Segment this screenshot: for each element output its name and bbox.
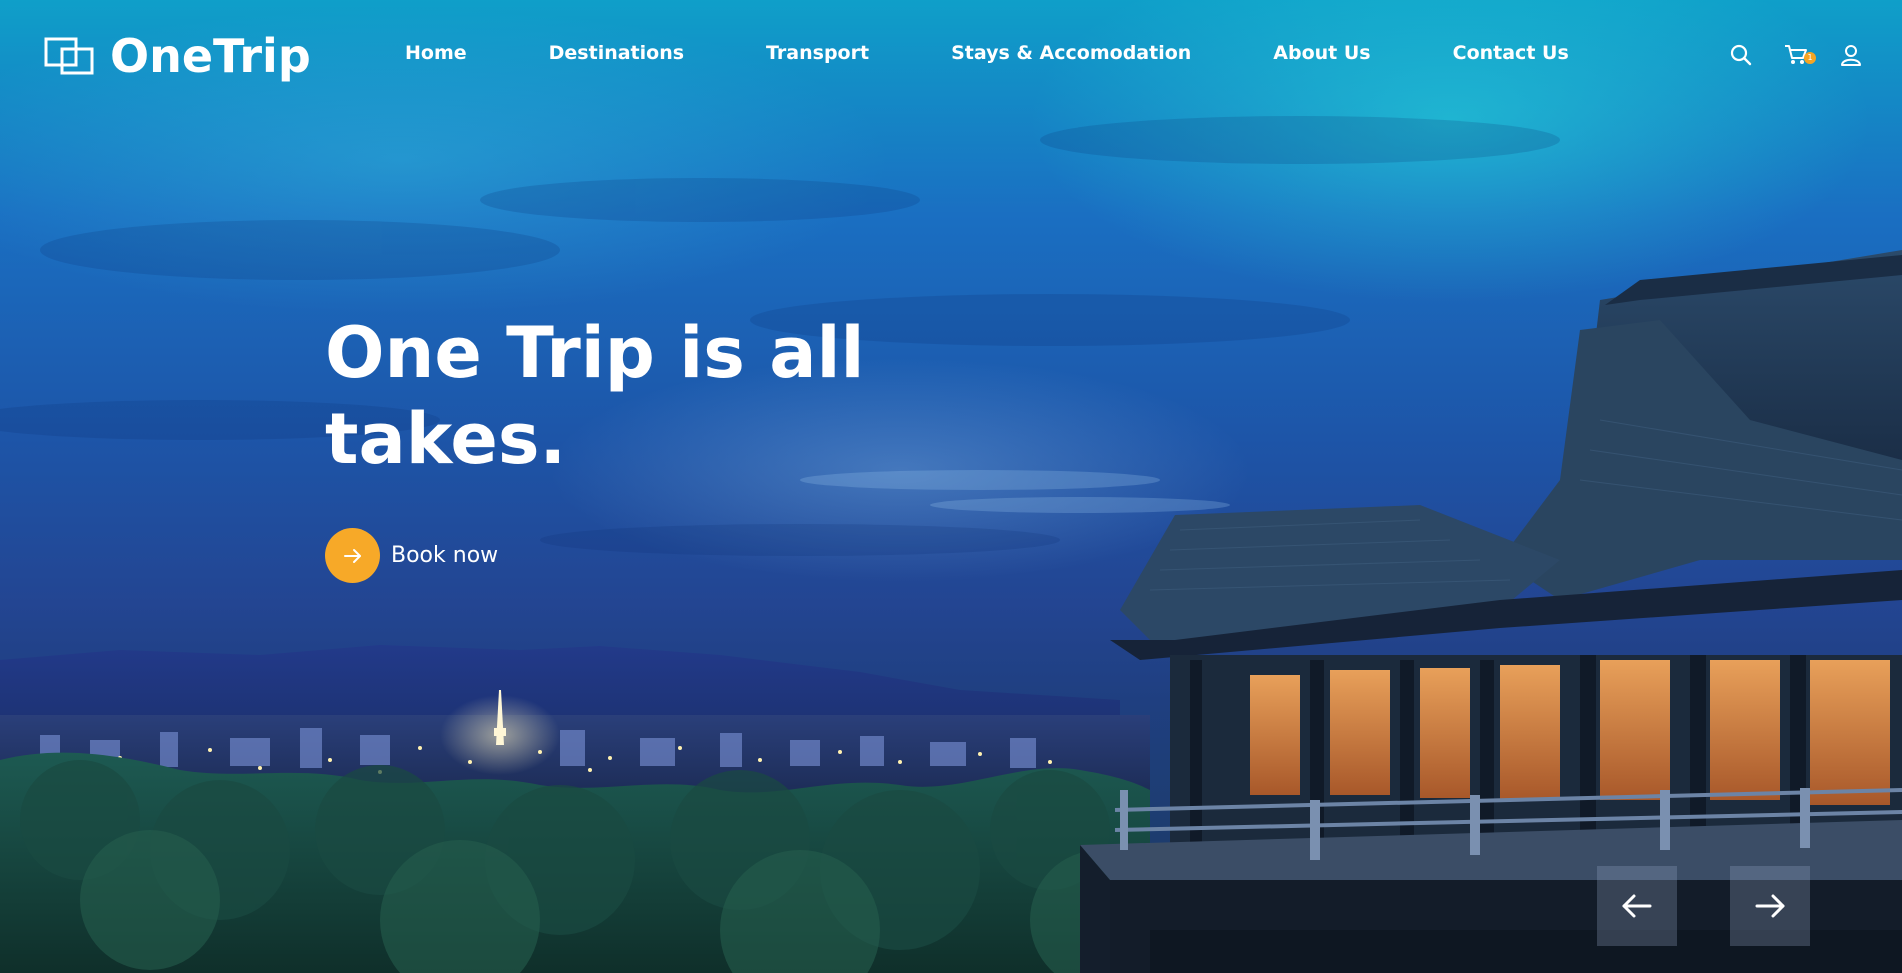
search-icon[interactable] bbox=[1729, 43, 1753, 67]
nav-item-destinations[interactable]: Destinations bbox=[549, 42, 684, 64]
book-now-circle bbox=[325, 528, 380, 583]
brand-logo[interactable]: OneTrip bbox=[44, 28, 311, 84]
hero-section: OneTrip Home Destinations Transport Stay… bbox=[0, 0, 1902, 973]
brand-name: OneTrip bbox=[110, 29, 311, 83]
user-icon[interactable] bbox=[1839, 43, 1863, 67]
nav-item-about-us[interactable]: About Us bbox=[1273, 42, 1370, 64]
site-header: OneTrip Home Destinations Transport Stay… bbox=[0, 0, 1902, 110]
slider-next-button[interactable] bbox=[1730, 866, 1810, 946]
arrow-right-icon bbox=[1755, 894, 1785, 918]
main-nav: Home Destinations Transport Stays & Acco… bbox=[405, 42, 1569, 64]
book-now-label: Book now bbox=[391, 543, 499, 568]
nav-item-contact-us[interactable]: Contact Us bbox=[1453, 42, 1569, 64]
book-now-button[interactable]: Book now bbox=[325, 528, 498, 583]
slider-prev-button[interactable] bbox=[1597, 866, 1677, 946]
cart-button[interactable]: 1 bbox=[1783, 42, 1817, 68]
nav-item-home[interactable]: Home bbox=[405, 42, 467, 64]
nav-item-stays[interactable]: Stays & Accomodation bbox=[951, 42, 1191, 64]
hero-background-image bbox=[0, 116, 1902, 973]
arrow-left-icon bbox=[1622, 894, 1652, 918]
cart-count-badge: 1 bbox=[1804, 52, 1816, 64]
hero-title: One Trip is all takes. bbox=[325, 312, 865, 480]
nav-item-transport[interactable]: Transport bbox=[766, 42, 869, 64]
arrow-right-icon bbox=[343, 548, 361, 563]
overlapping-squares-logo-icon bbox=[44, 37, 94, 75]
